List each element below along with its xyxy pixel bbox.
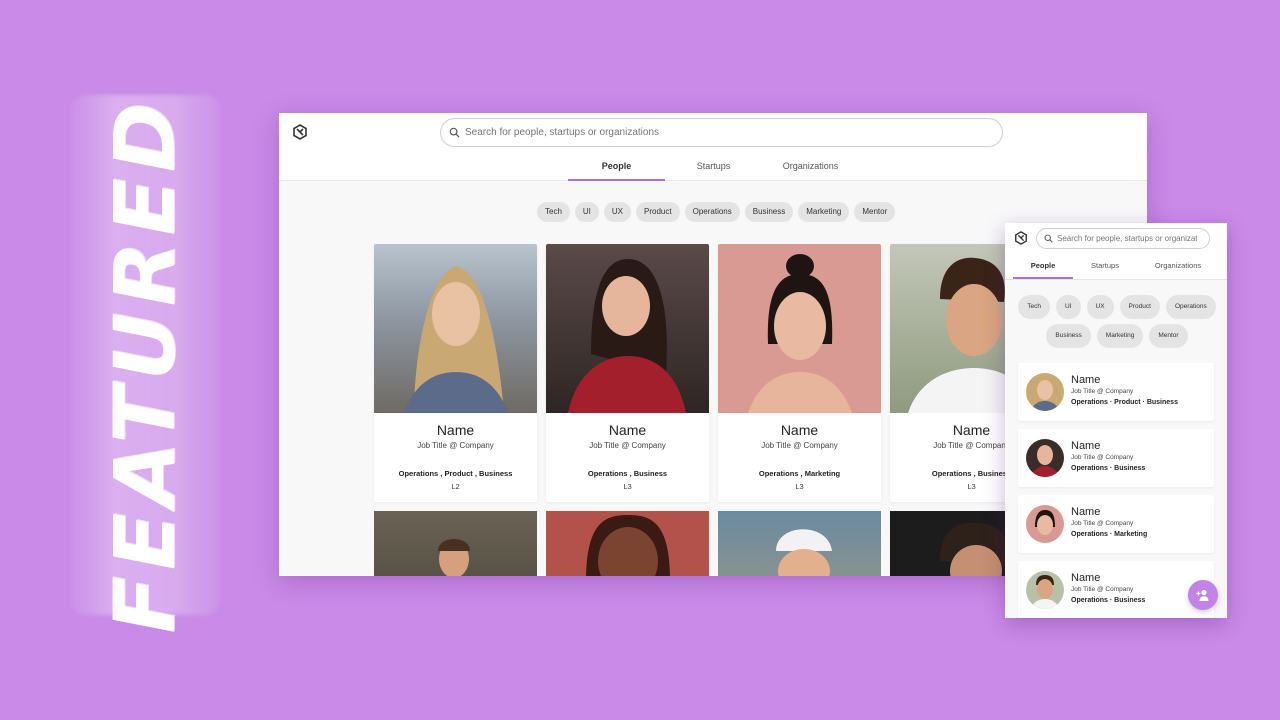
list-item[interactable]: Name Job Title @ Company Operations · Pr… [1018, 363, 1214, 421]
chip-marketing[interactable]: Marketing [1096, 324, 1144, 348]
app-logo-icon[interactable] [292, 124, 308, 140]
tab-organizations[interactable]: Organizations [762, 153, 859, 181]
person-job: Job Title @ Company [1071, 454, 1134, 461]
filter-chips: Tech UI UX Product Operations Business M… [537, 202, 896, 222]
person-job: Job Title @ Company [761, 441, 838, 450]
avatar [1026, 571, 1064, 609]
mobile-people-list: Name Job Title @ Company Operations · Pr… [1018, 363, 1214, 618]
chip-operations[interactable]: Operations [684, 202, 740, 222]
mobile-filter-chips: Tech UI UX Product Operations Business M… [1011, 295, 1223, 348]
tab-people[interactable]: People [568, 153, 665, 181]
person-photo [374, 511, 537, 576]
tab-startups[interactable]: Startups [665, 153, 762, 181]
mobile-tab-bar: People Startups Organizations [1013, 255, 1219, 279]
person-name: Name [1071, 506, 1101, 518]
chip-operations[interactable]: Operations [1165, 295, 1216, 319]
person-name: Name [1071, 572, 1101, 584]
chip-ux[interactable]: UX [1086, 295, 1114, 319]
person-level: L3 [795, 482, 804, 491]
mobile-search-input[interactable] [1057, 234, 1197, 243]
tab-organizations[interactable]: Organizations [1137, 255, 1219, 279]
person-photo [718, 511, 881, 576]
person-tags: Operations · Marketing [1071, 531, 1148, 538]
app-logo-icon[interactable] [1014, 231, 1028, 245]
person-name: Name [608, 422, 647, 438]
person-photo [374, 244, 537, 413]
avatar [1026, 373, 1064, 411]
person-level: L3 [623, 482, 632, 491]
tab-people[interactable]: People [1013, 255, 1073, 279]
desktop-header: People Startups Organizations [279, 113, 1147, 181]
mobile-search-bar[interactable] [1036, 228, 1210, 249]
avatar [1026, 439, 1064, 477]
chip-ui[interactable]: UI [574, 202, 599, 222]
person-card[interactable]: Name Job Title @ Company Operations , Pr… [374, 244, 537, 502]
search-icon [1044, 234, 1053, 243]
person-tags: Operations · Product · Business [1071, 399, 1178, 406]
add-person-button[interactable] [1188, 580, 1218, 610]
person-tags: Operations , Marketing [758, 469, 841, 478]
person-job: Job Title @ Company [1071, 520, 1134, 527]
add-person-icon [1196, 589, 1209, 601]
person-job: Job Title @ Company [1071, 388, 1134, 395]
person-name: Name [1071, 374, 1101, 386]
person-job: Job Title @ Company [589, 441, 666, 450]
person-name: Name [436, 422, 475, 438]
person-card[interactable]: Name Job Title @ Company Operations , Ma… [718, 244, 881, 502]
search-icon [449, 127, 460, 138]
people-grid: Name Job Title @ Company Operations , Pr… [374, 244, 1053, 576]
list-item[interactable]: Name Job Title @ Company Operations · Ma… [1018, 495, 1214, 553]
person-card[interactable] [546, 511, 709, 576]
person-tags: Operations , Business [587, 469, 668, 478]
avatar [1026, 505, 1064, 543]
chip-ux[interactable]: UX [603, 202, 632, 222]
person-photo [718, 244, 881, 413]
chip-mentor[interactable]: Mentor [1149, 324, 1188, 348]
person-photo [546, 244, 709, 413]
chip-tech[interactable]: Tech [537, 202, 570, 222]
list-item[interactable]: Name Job Title @ Company Operations · Bu… [1018, 429, 1214, 487]
tab-bar: People Startups Organizations [568, 153, 859, 181]
person-tags: Operations , Product , Business [398, 469, 513, 478]
person-photo [546, 511, 709, 576]
chip-product[interactable]: Product [636, 202, 680, 222]
chip-tech[interactable]: Tech [1018, 295, 1050, 319]
person-card[interactable] [718, 511, 881, 576]
tab-startups[interactable]: Startups [1073, 255, 1137, 279]
chip-business[interactable]: Business [1046, 324, 1091, 348]
person-name: Name [780, 422, 819, 438]
person-level: L2 [451, 482, 460, 491]
list-item[interactable]: Name Job Title @ Company Operations · Bu… [1018, 561, 1214, 618]
search-bar[interactable] [440, 118, 1003, 147]
chip-mentor[interactable]: Mentor [854, 202, 896, 222]
person-name: Name [1071, 440, 1101, 452]
chip-marketing[interactable]: Marketing [798, 202, 850, 222]
person-tags: Operations · Business [1071, 465, 1146, 472]
featured-banner: FEATURED [96, 96, 194, 634]
person-job: Job Title @ Company [1071, 586, 1134, 593]
person-tags: Operations · Business [1071, 597, 1146, 604]
search-input[interactable] [465, 127, 985, 138]
chip-ui[interactable]: UI [1056, 295, 1081, 319]
person-card[interactable] [374, 511, 537, 576]
person-card[interactable]: Name Job Title @ Company Operations , Bu… [546, 244, 709, 502]
mobile-header: People Startups Organizations [1005, 223, 1227, 280]
chip-business[interactable]: Business [744, 202, 794, 222]
chip-product[interactable]: Product [1119, 295, 1160, 319]
mobile-window: People Startups Organizations Tech UI UX… [1005, 223, 1227, 618]
person-job: Job Title @ Company [417, 441, 494, 450]
